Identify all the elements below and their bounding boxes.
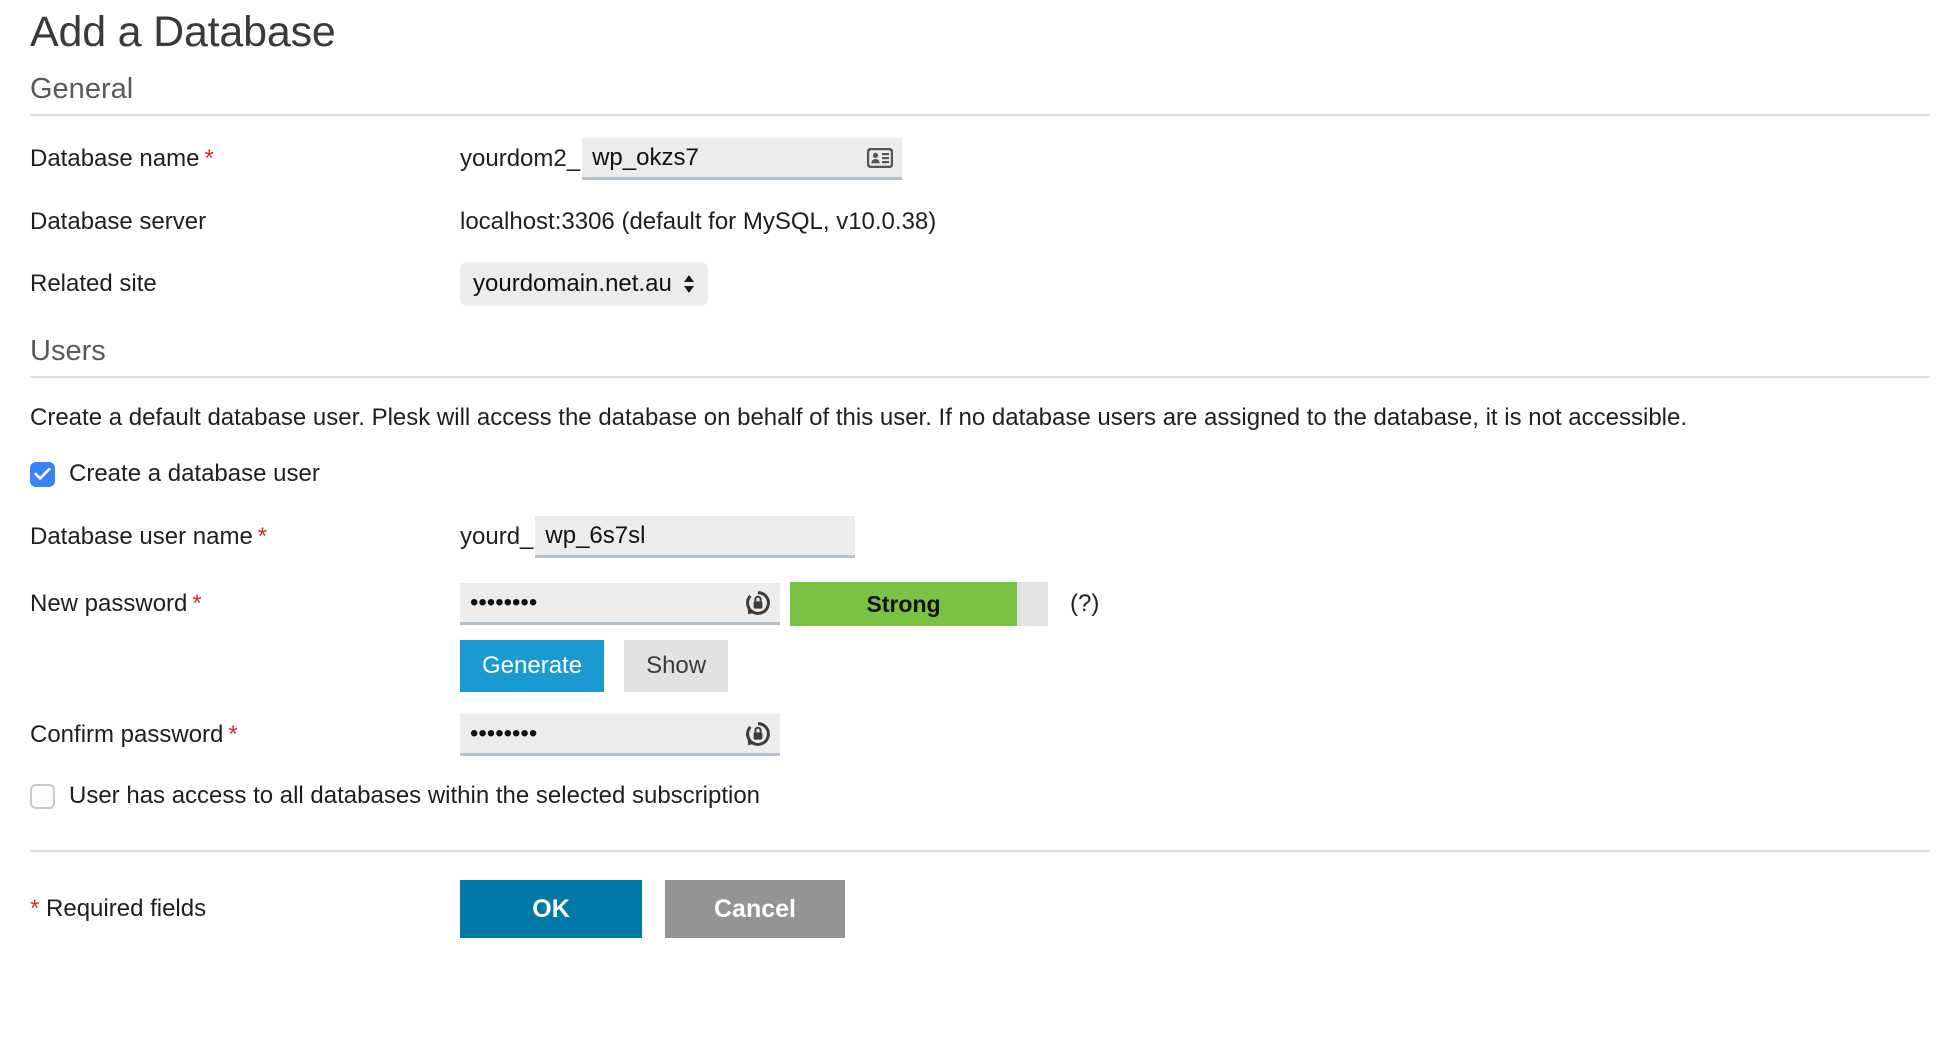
label-database-name-text: Database name	[30, 145, 200, 172]
checkbox-all-databases-access-label: User has access to all databases within …	[69, 782, 761, 809]
section-divider-general	[30, 114, 1930, 116]
required-marker-new-password: *	[192, 590, 202, 617]
label-database-server: Database server	[30, 208, 207, 235]
field-related-site: yourdomain.net.au	[460, 262, 708, 306]
confirm-password-input[interactable]: ••••••••	[460, 714, 780, 756]
row-password-buttons: Generate Show	[30, 640, 1930, 692]
checkbox-create-database-user-box[interactable]	[30, 461, 55, 487]
new-password-input[interactable]: ••••••••	[460, 583, 780, 625]
users-description: Create a default database user. Plesk wi…	[30, 404, 1688, 431]
database-user-name-prefix: yourd_	[460, 523, 534, 550]
required-marker-confirm-password: *	[228, 721, 238, 748]
row-database-name: Database name * yourdom2_ wp_okzs7	[30, 138, 1930, 180]
label-database-user-name: Database user name *	[30, 522, 460, 552]
address-card-icon[interactable]	[867, 145, 894, 171]
label-confirm-password-text: Confirm password	[30, 721, 224, 748]
field-confirm-password: ••••••••	[460, 714, 780, 756]
checkbox-all-databases-access-box[interactable]	[30, 783, 55, 809]
related-site-select[interactable]: yourdomain.net.au	[460, 262, 708, 306]
password-strength-fill: Strong	[790, 582, 1018, 626]
section-heading-users: Users	[30, 335, 106, 367]
database-user-name-value: wp_6s7sl	[545, 521, 646, 549]
updown-arrows-icon	[682, 273, 696, 295]
field-new-password: •••••••• Strong (?)	[460, 582, 1099, 626]
password-lock-icon[interactable]	[745, 721, 771, 747]
required-fields-star: *	[30, 895, 40, 922]
database-name-prefix: yourdom2_	[460, 145, 581, 172]
field-database-user-name: yourd_ wp_6s7sl	[460, 516, 856, 558]
database-name-value: wp_okzs7	[592, 143, 699, 171]
new-password-value: ••••••••	[470, 588, 538, 616]
related-site-selected-value: yourdomain.net.au	[473, 270, 672, 297]
cancel-button[interactable]: Cancel	[665, 880, 845, 938]
label-new-password: New password *	[30, 589, 460, 619]
checkbox-create-database-user[interactable]: Create a database user	[30, 460, 1930, 488]
field-password-buttons: Generate Show	[460, 640, 729, 692]
row-new-password: New password * •••••••• Strong (?)	[30, 582, 1930, 626]
password-strength-label: Strong	[866, 590, 941, 617]
section-heading-general: General	[30, 73, 134, 105]
database-name-input[interactable]: wp_okzs7	[582, 138, 903, 180]
database-server-value: localhost:3306 (default for MySQL, v10.0…	[460, 208, 937, 235]
password-lock-icon[interactable]	[745, 590, 771, 616]
required-marker-database-name: *	[204, 145, 214, 172]
label-confirm-password: Confirm password *	[30, 720, 460, 750]
password-help-link[interactable]: (?)	[1070, 590, 1099, 618]
section-divider-users	[30, 376, 1930, 378]
row-confirm-password: Confirm password * ••••••••	[30, 714, 1930, 756]
footer-divider	[30, 850, 1930, 852]
generate-password-button[interactable]: Generate	[460, 640, 605, 692]
label-database-name: Database name *	[30, 144, 460, 174]
label-new-password-text: New password	[30, 590, 188, 617]
required-fields-text: Required fields	[46, 895, 207, 922]
label-database-user-name-text: Database user name	[30, 523, 253, 550]
add-database-page: Add a Database General Database name * yo…	[0, 0, 1960, 1056]
database-user-name-input[interactable]: wp_6s7sl	[535, 516, 856, 558]
checkbox-create-database-user-label: Create a database user	[69, 460, 320, 487]
required-fields-note: * Required fields	[30, 895, 460, 923]
field-database-name: yourdom2_ wp_okzs7	[460, 138, 903, 180]
checkbox-all-databases-access[interactable]: User has access to all databases within …	[30, 782, 1930, 810]
row-database-user-name: Database user name * yourd_ wp_6s7sl	[30, 516, 1930, 558]
footer-actions: * Required fields OK Cancel	[30, 880, 1930, 938]
label-related-site: Related site	[30, 270, 157, 297]
required-marker-database-user-name: *	[257, 523, 268, 550]
row-related-site: Related site yourdomain.net.au	[30, 262, 1930, 306]
show-password-button[interactable]: Show	[624, 640, 729, 692]
confirm-password-value: ••••••••	[470, 719, 538, 747]
ok-button[interactable]: OK	[460, 880, 642, 938]
page-title: Add a Database	[30, 8, 336, 56]
row-database-server: Database server localhost:3306 (default …	[30, 202, 1930, 242]
password-strength-meter: Strong	[790, 582, 1048, 626]
field-database-server: localhost:3306 (default for MySQL, v10.0…	[460, 208, 936, 236]
